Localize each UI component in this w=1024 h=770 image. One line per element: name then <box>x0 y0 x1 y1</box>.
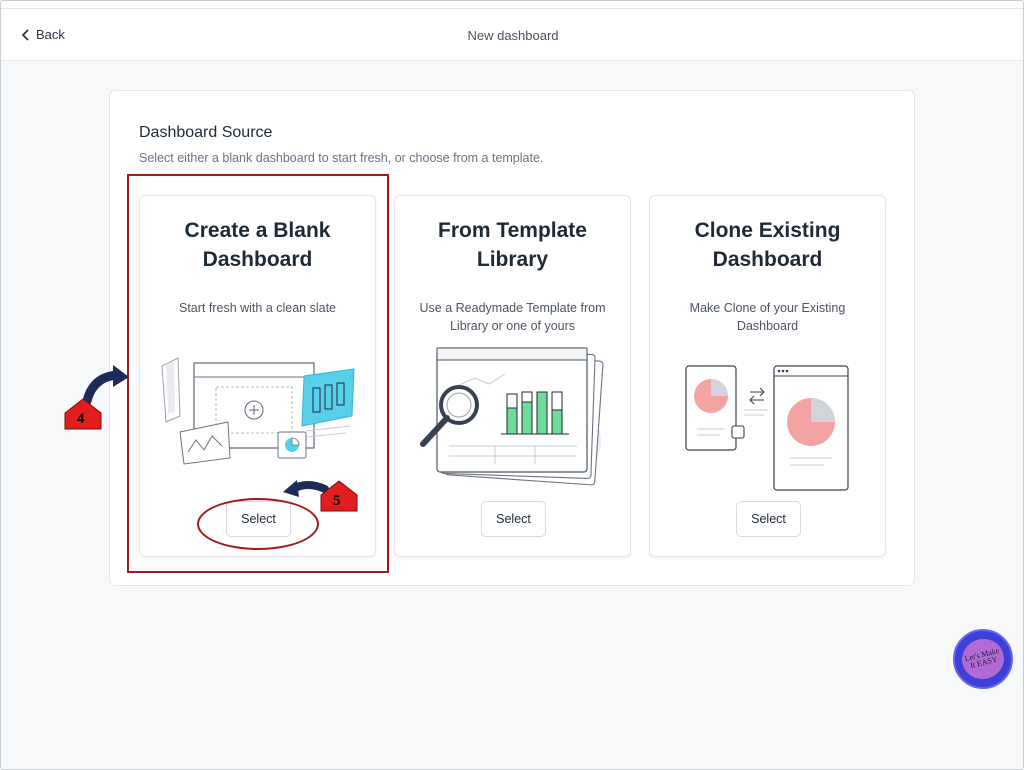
card-heading: From Template Library <box>395 216 630 274</box>
heart-logo-icon: Let's Make It EASY <box>957 634 1009 684</box>
card-clone-existing[interactable]: Clone Existing Dashboard Make Clone of y… <box>649 195 886 557</box>
select-button-clone[interactable]: Select <box>736 501 801 537</box>
card-heading-line: Dashboard <box>712 248 823 271</box>
page-title: New dashboard <box>467 28 559 43</box>
section-subtitle: Select either a blank dashboard to start… <box>139 151 544 165</box>
badge-text: Let's Make It EASY <box>963 645 1001 671</box>
card-description: Use a Readymade Template from Library or… <box>419 301 606 333</box>
template-library-illustration <box>420 347 604 486</box>
card-heading-line: Library <box>476 248 549 271</box>
section-title: Dashboard Source <box>139 124 273 141</box>
annotation-step-5-label: 5 <box>333 493 341 509</box>
annotation-step-4-label: 4 <box>77 411 85 427</box>
card-heading-line: Clone Existing <box>694 219 841 242</box>
card-heading: Clone Existing Dashboard <box>650 216 885 274</box>
select-button-template[interactable]: Select <box>481 501 546 537</box>
top-header: Back New dashboard <box>1 9 1023 61</box>
window-top-edge <box>1 1 1023 9</box>
lets-make-it-easy-badge[interactable]: Let's Make It EASY <box>953 629 1013 689</box>
card-template-library[interactable]: From Template Library Use a Readymade Te… <box>394 195 631 557</box>
card-heading-line: From Template <box>438 219 587 242</box>
annotation-select-ellipse <box>197 498 319 550</box>
app-window: Back New dashboard Dashboard Source Sele… <box>0 0 1024 770</box>
clone-dashboard-illustration <box>685 365 849 491</box>
card-description: Make Clone of your Existing Dashboard <box>689 301 846 333</box>
